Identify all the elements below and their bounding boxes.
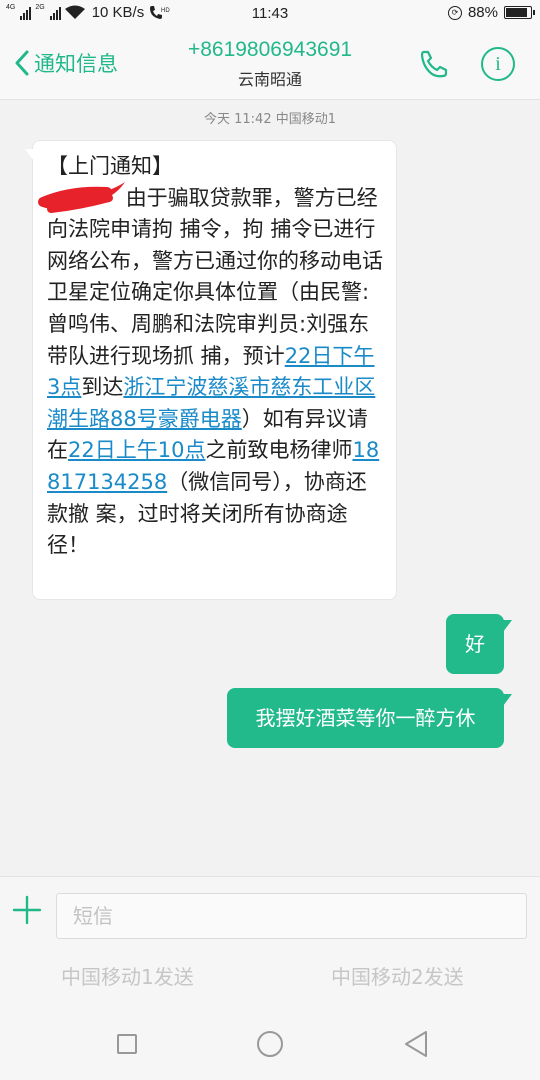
message-text-4: 之前致电杨律师: [205, 438, 353, 463]
redaction-scribble: [38, 181, 125, 213]
message-input[interactable]: [56, 893, 527, 939]
rotation-lock-icon: ⟳: [447, 5, 462, 20]
status-bar: 4G 2G 10 KB/s HD 11:43 ⟳ 88%: [0, 0, 540, 30]
navigation-bar: [0, 1010, 540, 1080]
incoming-message[interactable]: 【上门通知】 由于骗取贷款罪，警方已经向法院申请拘 捕令，拘 捕令已进行网络公布…: [25, 140, 397, 600]
conversation-header: 通知信息 +8619806943691 云南昭通 i: [0, 30, 540, 100]
battery-fill: [506, 8, 528, 17]
contact-info: +8619806943691 云南昭通: [0, 38, 540, 90]
contact-location: 云南昭通: [237, 70, 302, 89]
message-text-2: 到达: [81, 375, 124, 400]
send-sim1-button[interactable]: 中国移动1发送: [61, 961, 194, 990]
send-sim2-button[interactable]: 中国移动2发送: [331, 961, 464, 990]
status-right: ⟳ 88%: [447, 4, 535, 21]
contact-number: +8619806943691: [187, 38, 353, 61]
battery-percent: 88%: [467, 4, 498, 21]
phone-icon[interactable]: [418, 48, 450, 80]
plus-icon[interactable]: [12, 895, 42, 925]
outgoing-message[interactable]: 我摆好酒菜等你一醉方休: [227, 688, 512, 748]
message-timestamp: 今天 11:42 中国移动1: [204, 112, 336, 127]
battery-icon: [504, 6, 535, 19]
recents-icon[interactable]: [117, 1034, 137, 1054]
back-triangle-icon[interactable]: [402, 1029, 430, 1059]
info-icon[interactable]: i: [481, 47, 515, 81]
message-title: 【上门通知】: [47, 154, 173, 178]
time-link-2[interactable]: 22日上午10点: [68, 438, 205, 462]
home-icon[interactable]: [257, 1031, 283, 1057]
outgoing-message[interactable]: 好: [446, 614, 512, 674]
